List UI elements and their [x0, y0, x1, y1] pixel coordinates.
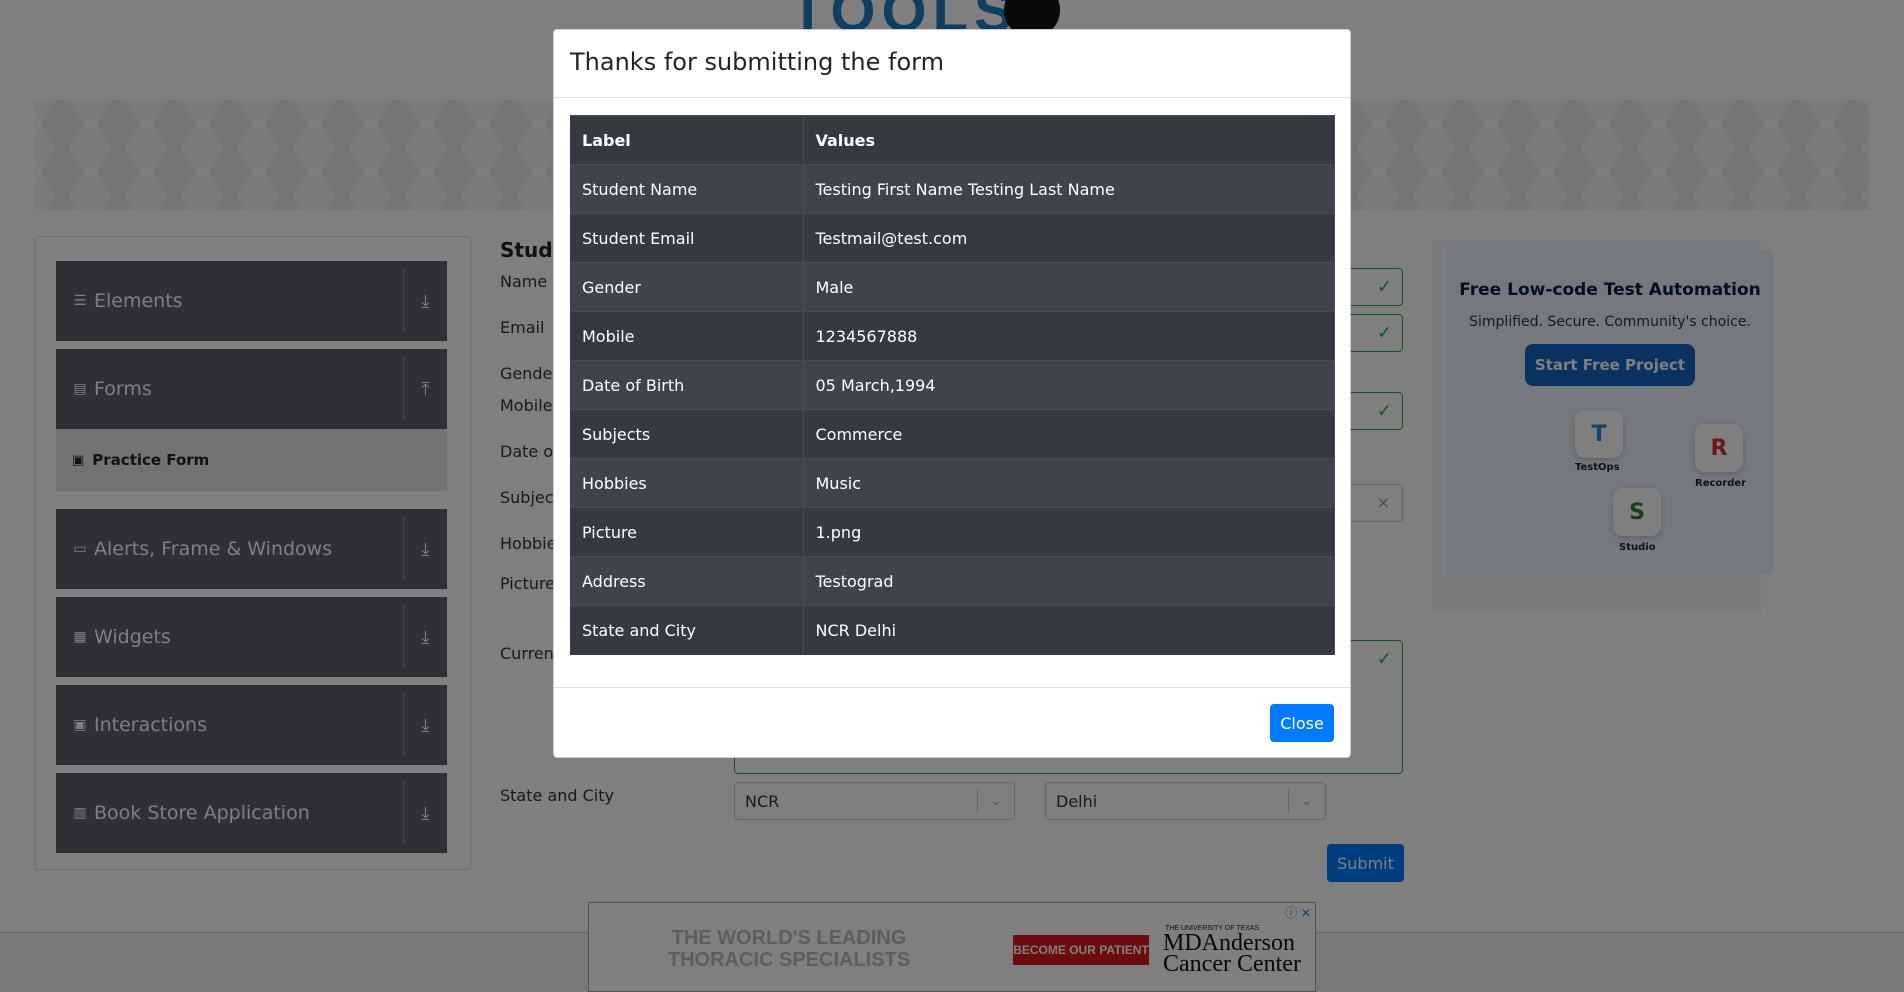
table-header-row: Label Values	[570, 115, 1335, 165]
column-header-values: Values	[803, 115, 1335, 165]
row-value: Male	[803, 262, 1335, 312]
row-value: Music	[803, 458, 1335, 508]
close-button[interactable]: Close	[1270, 704, 1334, 742]
results-table: Label Values Student Name Testing First N…	[570, 115, 1335, 655]
row-value: Commerce	[803, 409, 1335, 459]
row-value: 1234567888	[803, 311, 1335, 361]
modal-header: Thanks for submitting the form	[554, 30, 1350, 98]
row-label: Subjects	[570, 409, 804, 459]
row-label: Mobile	[570, 311, 804, 361]
row-label: Picture	[570, 507, 804, 557]
row-label: Student Name	[570, 164, 804, 214]
modal-footer: Close	[554, 687, 1350, 758]
modal-title: Thanks for submitting the form	[570, 48, 944, 76]
table-row: Address Testograd	[570, 556, 1335, 606]
table-row: Gender Male	[570, 262, 1335, 312]
row-label: Address	[570, 556, 804, 606]
row-value: 05 March,1994	[803, 360, 1335, 410]
column-header-label: Label	[570, 115, 804, 165]
row-value: Testing First Name Testing Last Name	[803, 164, 1335, 214]
table-row: Hobbies Music	[570, 458, 1335, 508]
table-row: Subjects Commerce	[570, 409, 1335, 459]
row-value: 1.png	[803, 507, 1335, 557]
row-label: Student Email	[570, 213, 804, 263]
row-label: Date of Birth	[570, 360, 804, 410]
table-row: Student Name Testing First Name Testing L…	[570, 164, 1335, 214]
submission-modal: Thanks for submitting the form Label Val…	[553, 29, 1351, 758]
row-value: Testograd	[803, 556, 1335, 606]
table-row: Student Email Testmail@test.com	[570, 213, 1335, 263]
row-label: Hobbies	[570, 458, 804, 508]
table-row: Picture 1.png	[570, 507, 1335, 557]
table-row: Mobile 1234567888	[570, 311, 1335, 361]
row-label: State and City	[570, 605, 804, 655]
table-row: State and City NCR Delhi	[570, 605, 1335, 655]
row-value: NCR Delhi	[803, 605, 1335, 655]
modal-body: Label Values Student Name Testing First N…	[570, 115, 1335, 655]
row-value: Testmail@test.com	[803, 213, 1335, 263]
row-label: Gender	[570, 262, 804, 312]
table-row: Date of Birth 05 March,1994	[570, 360, 1335, 410]
